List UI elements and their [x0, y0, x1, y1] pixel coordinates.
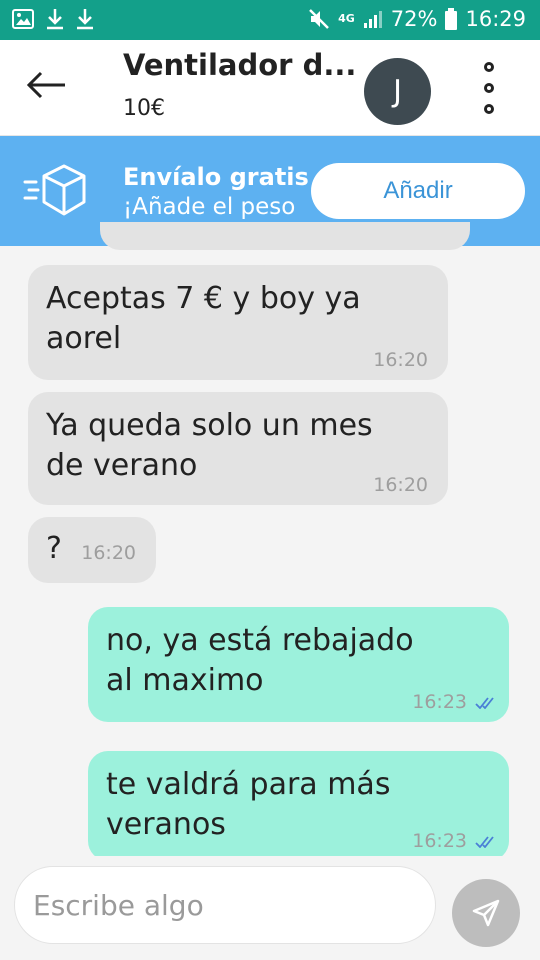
message-bubble-outgoing: te valdrá para más veranos 16:23: [88, 751, 509, 861]
signal-icon: [363, 11, 382, 28]
item-price: 10€: [123, 96, 165, 121]
more-dot: [484, 83, 494, 93]
avatar[interactable]: J: [364, 58, 431, 125]
message-time: 16:23: [412, 830, 467, 852]
double-check-icon: [475, 697, 494, 709]
message-text-line: Ya queda solo un mes: [46, 408, 373, 443]
mute-icon: [309, 9, 329, 29]
more-dot: [484, 62, 494, 72]
message-time: 16:20: [81, 542, 136, 564]
message-input[interactable]: [14, 866, 436, 944]
promo-title: Envíalo gratis: [123, 163, 309, 191]
back-button[interactable]: [25, 70, 67, 104]
arrow-left-icon: [26, 71, 65, 99]
battery-icon: [445, 8, 458, 30]
item-title[interactable]: Ventilador d...: [123, 48, 356, 82]
message-bubble-incoming: Aceptas 7 € y boy ya aorel 16:20: [28, 265, 448, 380]
message-text-line: no, ya está rebajado: [106, 623, 414, 658]
send-icon: [472, 899, 500, 927]
double-check-icon: [475, 836, 494, 848]
battery-percent: 72%: [390, 7, 438, 31]
status-bar: 4G 72% 16:29: [0, 0, 540, 40]
network-type: 4G: [338, 12, 355, 25]
message-time: 16:23: [412, 691, 467, 713]
box-icon: [22, 162, 90, 224]
message-bubble-incoming: ? 16:20: [28, 517, 156, 583]
promo-subtitle: ¡Añade el peso: [123, 194, 296, 220]
add-weight-button[interactable]: Añadir: [311, 163, 525, 219]
message-bubble-outgoing: no, ya está rebajado al maximo 16:23: [88, 607, 509, 722]
chat-header: Ventilador d... 10€ J: [0, 40, 540, 136]
more-dot: [484, 104, 494, 114]
send-button[interactable]: [452, 879, 520, 947]
previous-message-partial: [100, 222, 470, 250]
message-text-line: Aceptas 7 € y boy ya: [46, 281, 361, 316]
more-options-button[interactable]: [480, 62, 498, 114]
status-system: 4G 72% 16:29: [308, 7, 526, 31]
message-composer: [0, 856, 540, 960]
gallery-icon: [12, 9, 34, 29]
status-notifications: [12, 8, 94, 30]
status-time: 16:29: [465, 7, 526, 31]
message-time: 16:20: [373, 349, 428, 371]
message-text-line: te valdrá para más: [106, 767, 391, 802]
message-time: 16:20: [373, 474, 428, 496]
message-bubble-incoming: Ya queda solo un mes de verano 16:20: [28, 392, 448, 505]
download-icon: [77, 9, 93, 30]
download-icon: [47, 9, 63, 30]
